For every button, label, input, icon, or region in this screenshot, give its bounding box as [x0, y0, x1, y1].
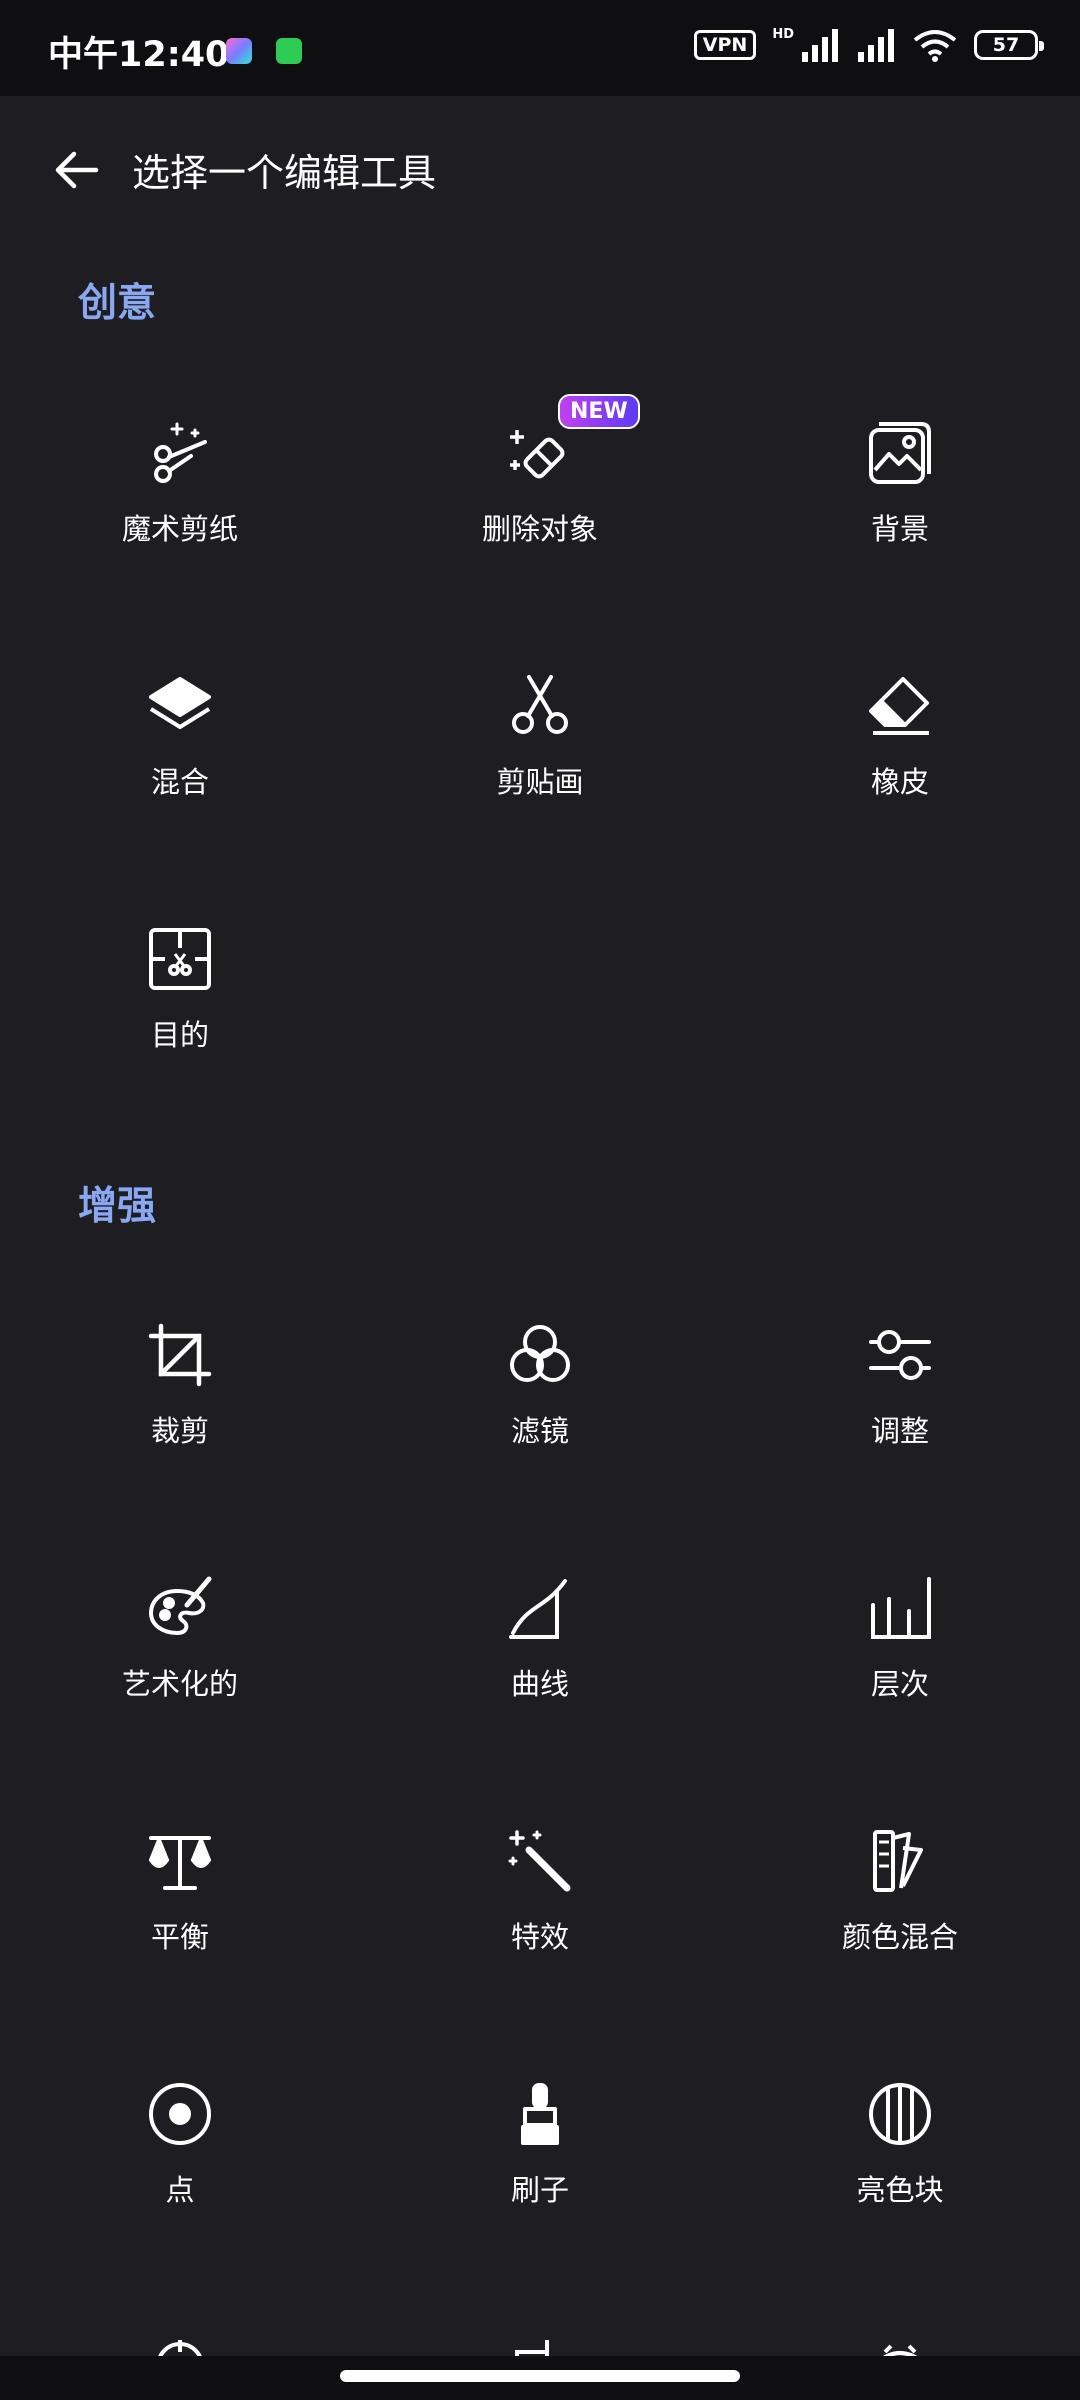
tool-eraser[interactable]: 橡皮 — [750, 673, 1050, 873]
tool-label: 刷子 — [510, 2173, 569, 2207]
magic-scissors-icon — [147, 420, 213, 486]
levels-icon — [867, 1575, 933, 1641]
download-icon — [276, 38, 302, 64]
tool-label: 裁剪 — [150, 1414, 209, 1448]
palette-icon — [147, 1575, 213, 1641]
arrow-left-icon — [55, 151, 99, 189]
tool-label: 剪贴画 — [496, 765, 584, 799]
tool-background[interactable]: 背景 — [750, 420, 1050, 620]
tool-label: 艺术化的 — [121, 1667, 238, 1701]
filter-circles-icon — [507, 1322, 573, 1388]
navigation-bar — [0, 2356, 1080, 2400]
status-time: 中午12:40 — [48, 35, 230, 75]
status-bar: 中午12:40 VPN HD 57 — [0, 0, 1080, 96]
tool-crop[interactable]: 裁剪 — [30, 1322, 330, 1522]
tool-filter[interactable]: 滤镜 — [390, 1322, 690, 1522]
battery-icon: 57 — [974, 30, 1044, 60]
tool-balance[interactable]: 平衡 — [30, 1828, 330, 2028]
tool-label: 颜色混合 — [841, 1920, 958, 1954]
tool-adjust[interactable]: 调整 — [750, 1322, 1050, 1522]
tool-color-blend[interactable]: 颜色混合 — [750, 1828, 1050, 2028]
tool-levels[interactable]: 层次 — [750, 1575, 1050, 1775]
striped-circle-icon — [867, 2081, 933, 2147]
tool-label: 混合 — [150, 765, 209, 799]
tool-label: 调整 — [870, 1414, 929, 1448]
target-dot-icon — [147, 2081, 213, 2147]
new-badge: NEW — [558, 394, 640, 429]
tool-label: 魔术剪纸 — [121, 512, 238, 546]
tool-label: 滤镜 — [510, 1414, 569, 1448]
tool-remove-object[interactable]: NEW 删除对象 — [390, 394, 690, 620]
tool-label: 平衡 — [150, 1920, 209, 1954]
hd-indicator: HD — [772, 26, 794, 42]
image-stack-icon — [867, 420, 933, 486]
cutout-frame-icon — [147, 926, 213, 992]
balance-scale-icon — [147, 1828, 213, 1894]
tool-label: 特效 — [510, 1920, 569, 1954]
tool-brush[interactable]: 刷子 — [390, 2081, 690, 2281]
eraser-sparkle-icon — [507, 420, 573, 486]
tool-blend[interactable]: 混合 — [30, 673, 330, 873]
tool-label: 层次 — [870, 1667, 929, 1701]
tool-effects[interactable]: 特效 — [390, 1828, 690, 2028]
crop-icon — [147, 1322, 213, 1388]
tool-label: 目的 — [150, 1018, 209, 1052]
page-title: 选择一个编辑工具 — [132, 151, 437, 195]
status-indicators: VPN HD 57 — [693, 26, 1044, 62]
tool-highlight-block[interactable]: 亮色块 — [750, 2081, 1050, 2281]
battery-level: 57 — [992, 34, 1020, 56]
tool-label: 背景 — [870, 512, 929, 546]
tool-label: 曲线 — [510, 1667, 569, 1701]
signal-icon — [802, 29, 838, 62]
wifi-icon — [913, 30, 957, 62]
layers-icon — [147, 673, 213, 739]
magic-wand-icon — [507, 1828, 573, 1894]
tool-label: 橡皮 — [870, 765, 929, 799]
back-button[interactable] — [44, 138, 108, 202]
tool-label: 点 — [165, 2173, 195, 2207]
tool-clipart[interactable]: 剪贴画 — [390, 673, 690, 873]
eraser-icon — [867, 673, 933, 739]
tool-magic-cutout[interactable]: 魔术剪纸 — [30, 420, 330, 620]
scissors-icon — [507, 673, 573, 739]
app-header: 选择一个编辑工具 — [0, 96, 1080, 236]
vpn-indicator: VPN — [693, 30, 757, 60]
section-title-creative: 创意 — [78, 281, 157, 326]
sliders-icon — [867, 1322, 933, 1388]
tool-label: 亮色块 — [856, 2173, 944, 2207]
tool-dot[interactable]: 点 — [30, 2081, 330, 2281]
tool-purpose[interactable]: 目的 — [30, 926, 330, 1126]
swatch-fan-icon — [867, 1828, 933, 1894]
brush-icon — [507, 2081, 573, 2147]
signal-icon — [858, 29, 894, 62]
tool-curves[interactable]: 曲线 — [390, 1575, 690, 1775]
tool-label: 删除对象 — [481, 512, 598, 546]
curve-icon — [507, 1575, 573, 1641]
section-title-enhance: 增强 — [78, 1184, 157, 1229]
app-icon — [226, 38, 252, 64]
tool-artistic[interactable]: 艺术化的 — [30, 1575, 330, 1775]
home-indicator[interactable] — [340, 2370, 740, 2382]
